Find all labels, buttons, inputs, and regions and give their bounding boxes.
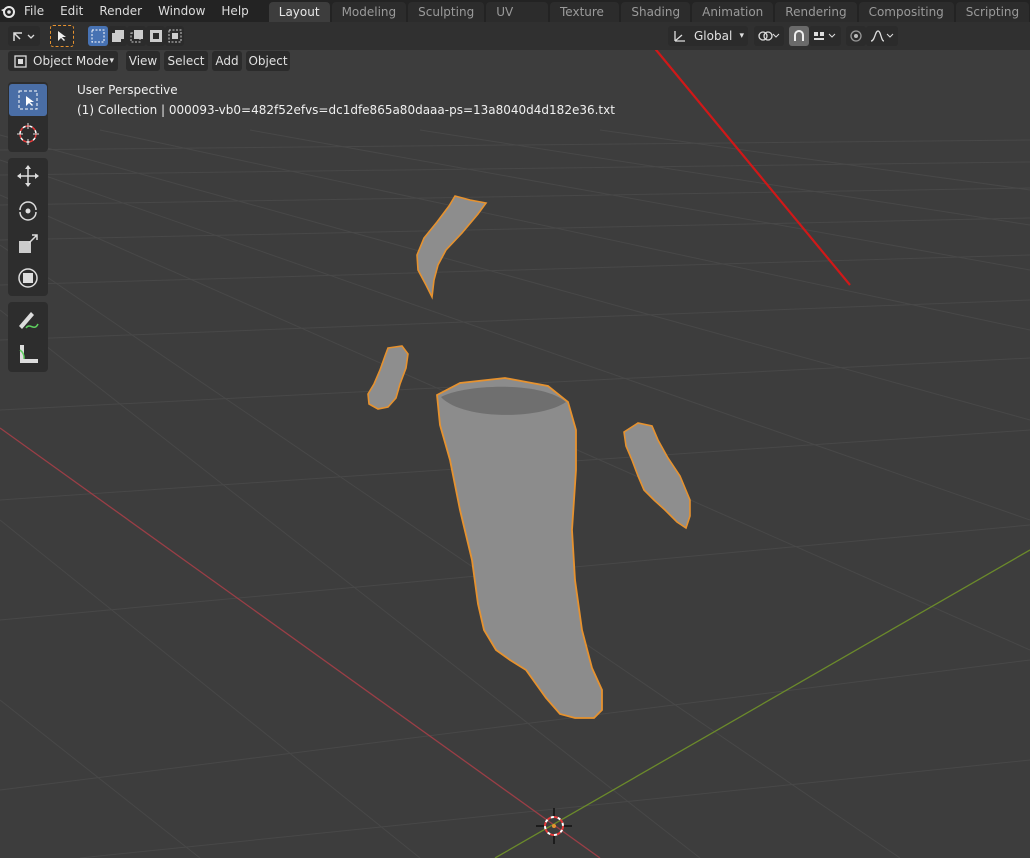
scale-icon (19, 234, 38, 253)
chevron-down-icon: ▾ (109, 56, 114, 66)
tool-measure[interactable] (9, 338, 47, 370)
cursor-arrow-icon (58, 31, 66, 41)
select-extend-icon (111, 30, 124, 42)
proportional-edit-icon (850, 30, 862, 42)
measure-ruler-icon (19, 345, 38, 363)
view-menu[interactable]: View (126, 51, 160, 71)
tab-rendering[interactable]: Rendering (775, 2, 857, 22)
blender-logo-icon[interactable] (0, 0, 16, 22)
tool-rotate[interactable] (9, 194, 47, 226)
menu-edit[interactable]: Edit (52, 1, 91, 21)
annotate-pencil-icon (19, 312, 39, 329)
pivot-point-dropdown[interactable] (754, 26, 784, 46)
magnet-icon (794, 30, 804, 41)
falloff-curve-icon (870, 30, 894, 42)
tool-select-box[interactable] (9, 84, 47, 116)
tab-texture-paint[interactable]: Texture Paint (550, 2, 620, 39)
tool-transform[interactable] (9, 262, 47, 294)
tab-scripting[interactable]: Scripting (955, 2, 1030, 22)
object-mode-icon (14, 54, 27, 68)
3d-cursor-icon (17, 123, 39, 145)
snap-increment-icon (814, 32, 836, 40)
chevron-down-icon: ▾ (739, 31, 744, 41)
viewport[interactable] (0, 0, 1030, 858)
tool-annotate[interactable] (9, 304, 47, 336)
add-menu[interactable]: Add (212, 51, 242, 71)
tool-header: Global ▾ (0, 22, 1030, 50)
top-bar: File Edit Render Window Help Layout Mode… (0, 0, 1030, 39)
select-tool-button[interactable] (50, 25, 74, 47)
orientation-label: Global (694, 29, 733, 43)
tab-layout[interactable]: Layout (268, 2, 330, 22)
tab-sculpting[interactable]: Sculpting (408, 2, 485, 22)
tab-uv-editing[interactable]: UV Editing (486, 2, 548, 39)
viewport-header: Object Mode ▾ View Select Add Object (0, 50, 300, 72)
menu-help[interactable]: Help (213, 1, 256, 21)
select-box-icon (18, 90, 38, 110)
proportional-falloff-dropdown[interactable] (866, 26, 898, 46)
main-menu: File Edit Render Window Help (16, 1, 257, 21)
viewport-perspective-label: User Perspective (77, 83, 178, 97)
select-mode-new-button[interactable] (88, 26, 108, 46)
tool-cursor[interactable] (9, 118, 47, 150)
select-mode-subtract-button[interactable] (127, 26, 146, 46)
menu-render[interactable]: Render (91, 1, 150, 21)
orientation-axes-icon (674, 31, 685, 42)
select-invert-icon (149, 30, 162, 42)
pivot-point-icon (758, 31, 780, 41)
snap-target-dropdown[interactable] (809, 26, 841, 46)
rotate-icon (19, 201, 37, 221)
tool-move[interactable] (9, 160, 47, 192)
viewport-collection-label: (1) Collection | 000093-vb0=482f52efvs=d… (77, 103, 615, 117)
object-mode-dropdown[interactable]: Object Mode ▾ (8, 51, 118, 71)
select-mode-intersect-button[interactable] (165, 26, 184, 46)
transform-orientation-dropdown[interactable]: Global ▾ (668, 26, 748, 46)
select-mode-invert-button[interactable] (146, 26, 165, 46)
snap-toggle-button[interactable] (789, 26, 809, 46)
tab-modeling[interactable]: Modeling (331, 2, 407, 22)
tab-compositing[interactable]: Compositing (858, 2, 954, 22)
proportional-edit-button[interactable] (846, 26, 866, 46)
object-mode-label: Object Mode (33, 54, 109, 68)
move-icon (17, 165, 39, 187)
select-mode-extend-button[interactable] (108, 26, 127, 46)
tab-shading[interactable]: Shading (621, 2, 691, 22)
editor-type-icon (13, 32, 35, 41)
select-new-icon (91, 29, 105, 43)
select-intersect-icon (168, 29, 181, 43)
transform-icon (18, 268, 38, 288)
editor-type-dropdown[interactable] (8, 26, 40, 46)
tool-scale[interactable] (9, 228, 47, 260)
workspace-tabs: Layout Modeling Sculpting UV Editing Tex… (268, 0, 1030, 39)
menu-file[interactable]: File (16, 1, 52, 21)
tab-animation[interactable]: Animation (692, 2, 774, 22)
select-subtract-icon (130, 30, 143, 43)
select-menu[interactable]: Select (164, 51, 208, 71)
object-menu[interactable]: Object (246, 51, 290, 71)
menu-window[interactable]: Window (150, 1, 213, 21)
